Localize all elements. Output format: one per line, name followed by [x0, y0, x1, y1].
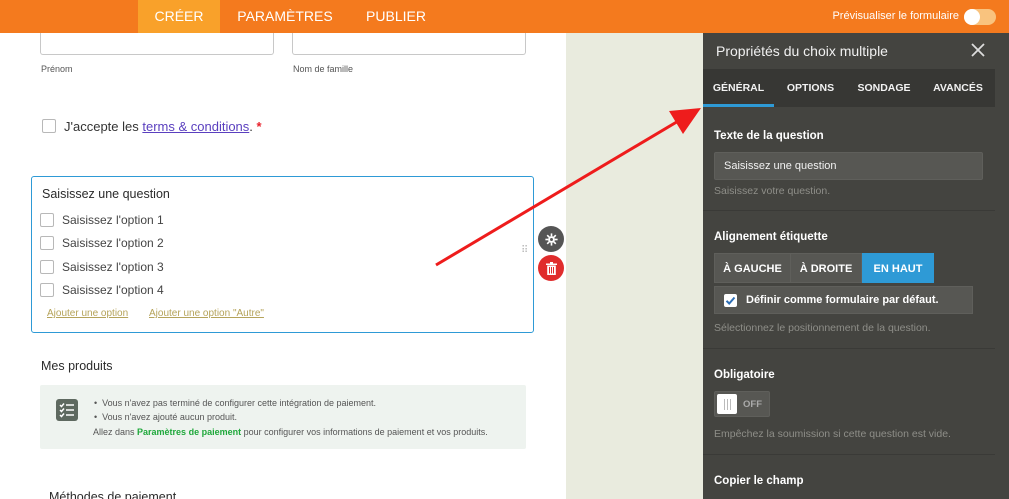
required-toggle[interactable]: OFF	[714, 391, 770, 417]
terms-suffix: .	[249, 119, 253, 134]
delete-question-button[interactable]	[538, 255, 564, 281]
question-text-help: Saisissez votre question.	[714, 185, 831, 197]
payment-notice-line-1: • Vous n'avez pas terminé de configurer …	[94, 398, 377, 408]
option-4-label[interactable]: Saisissez l'option 4	[62, 283, 164, 297]
close-icon	[971, 43, 985, 57]
first-name-sublabel: Prénom	[41, 64, 73, 74]
gear-icon	[544, 232, 558, 246]
add-option-link[interactable]: Ajouter une option	[47, 308, 128, 319]
first-name-input[interactable]	[40, 33, 274, 55]
trash-icon	[545, 261, 557, 275]
alignment-title: Alignement étiquette	[714, 231, 828, 243]
terms-text: J'accepte les terms & conditions. *	[64, 119, 262, 134]
check-icon	[725, 296, 736, 305]
divider	[703, 454, 995, 455]
required-asterisk: *	[256, 119, 262, 134]
multiple-choice-question[interactable]: Saisissez une question Saisissez l'optio…	[31, 176, 534, 333]
notice-1-text: Vous n'avez pas terminé de configurer ce…	[102, 398, 377, 408]
tab-general[interactable]: GÉNÉRAL	[703, 69, 774, 107]
option-3-label[interactable]: Saisissez l'option 3	[62, 260, 164, 274]
add-other-option-link[interactable]: Ajouter une option "Autre"	[149, 308, 264, 319]
toggle-knob	[717, 394, 737, 414]
payment-methods-title: Méthodes de paiement	[49, 490, 177, 499]
tab-publier[interactable]: PUBLIER	[356, 0, 436, 33]
properties-panel: Propriétés du choix multiple GÉNÉRAL OPT…	[703, 33, 1009, 499]
tab-options[interactable]: OPTIONS	[774, 69, 847, 107]
terms-link[interactable]: terms & conditions	[142, 119, 249, 134]
option-3-checkbox[interactable]	[40, 260, 54, 274]
payment-notice-hint: Allez dans Paramètres de paiement pour c…	[93, 427, 488, 437]
products-title: Mes produits	[41, 359, 113, 373]
align-right-button[interactable]: À DROITE	[790, 253, 862, 283]
drag-handle-icon[interactable]: ⠿	[521, 246, 529, 262]
default-form-label: Définir comme formulaire par défaut.	[746, 294, 939, 306]
align-left-button[interactable]: À GAUCHE	[714, 253, 791, 283]
tab-parametres[interactable]: PARAMÈTRES	[226, 0, 344, 33]
option-2-label[interactable]: Saisissez l'option 2	[62, 236, 164, 250]
default-form-checkbox[interactable]	[724, 294, 737, 307]
copy-field-title: Copier le champ	[714, 475, 804, 487]
tab-avances[interactable]: AVANCÉS	[921, 69, 995, 107]
question-text-title: Texte de la question	[714, 130, 824, 142]
terms-checkbox[interactable]	[42, 119, 56, 133]
alignment-help: Sélectionnez le positionnement de la que…	[714, 322, 931, 334]
preview-toggle[interactable]	[964, 9, 996, 25]
preview-form-label: Prévisualiser le formulaire	[832, 10, 959, 22]
option-1-checkbox[interactable]	[40, 213, 54, 227]
form-canvas: Prénom Nom de famille J'accepte les term…	[0, 33, 566, 499]
hint-suffix: pour configurer vos informations de paie…	[241, 427, 488, 437]
question-text-input[interactable]: Saisissez une question	[714, 152, 983, 180]
required-title: Obligatoire	[714, 369, 775, 381]
tab-sondage[interactable]: SONDAGE	[847, 69, 921, 107]
required-help: Empêchez la soumission si cette question…	[714, 428, 951, 440]
checklist-icon	[56, 399, 78, 421]
last-name-input[interactable]	[292, 33, 526, 55]
payment-settings-link[interactable]: Paramètres de paiement	[137, 427, 241, 437]
align-top-button[interactable]: EN HAUT	[862, 253, 934, 283]
panel-header: Propriétés du choix multiple	[703, 33, 1009, 69]
option-1-label[interactable]: Saisissez l'option 1	[62, 213, 164, 227]
default-form-row[interactable]: Définir comme formulaire par défaut.	[714, 286, 973, 314]
payment-notice: • Vous n'avez pas terminé de configurer …	[40, 385, 526, 449]
question-title[interactable]: Saisissez une question	[42, 187, 170, 201]
required-state: OFF	[743, 399, 762, 410]
divider	[703, 348, 995, 349]
question-settings-button[interactable]	[538, 226, 564, 252]
option-2-checkbox[interactable]	[40, 236, 54, 250]
notice-2-text: Vous n'avez ajouté aucun produit.	[102, 412, 237, 422]
option-4-checkbox[interactable]	[40, 283, 54, 297]
top-navigation-bar: CRÉER PARAMÈTRES PUBLIER Prévisualiser l…	[0, 0, 1009, 33]
close-panel-button[interactable]	[969, 41, 987, 59]
panel-title: Propriétés du choix multiple	[716, 43, 888, 59]
tab-creer[interactable]: CRÉER	[138, 0, 220, 33]
terms-prefix: J'accepte les	[64, 119, 143, 134]
hint-prefix: Allez dans	[93, 427, 138, 437]
panel-tabs: GÉNÉRAL OPTIONS SONDAGE AVANCÉS	[703, 69, 995, 107]
last-name-sublabel: Nom de famille	[293, 64, 354, 74]
toggle-knob	[964, 9, 980, 25]
payment-notice-line-2: • Vous n'avez ajouté aucun produit.	[94, 412, 237, 422]
divider	[703, 210, 995, 211]
